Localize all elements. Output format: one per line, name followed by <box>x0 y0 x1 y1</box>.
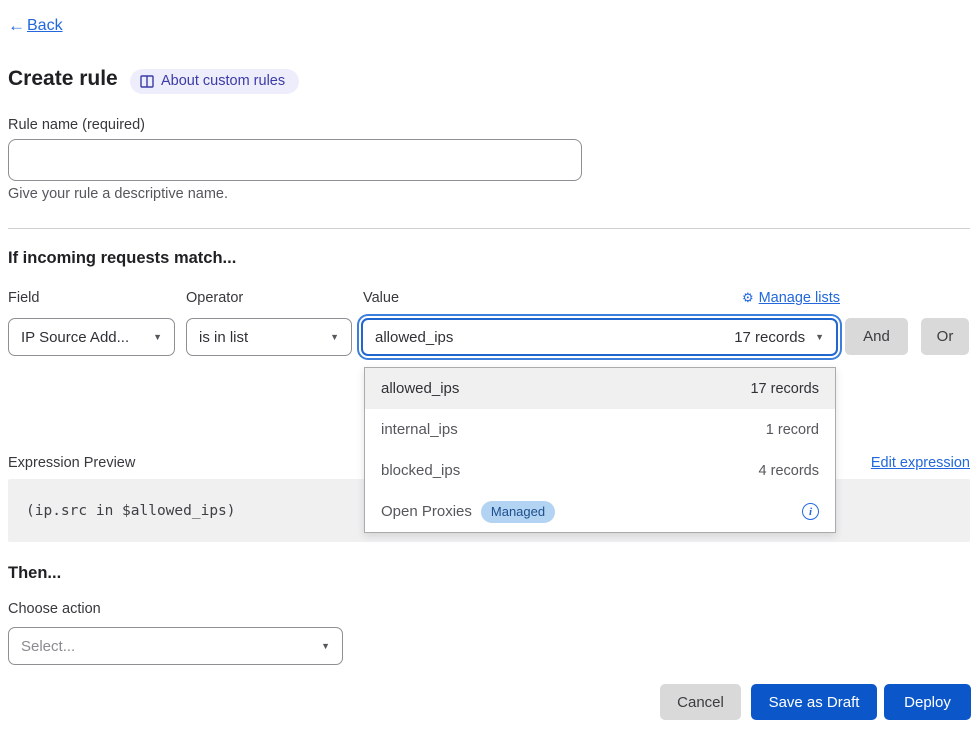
field-label: Field <box>8 290 39 306</box>
list-record-count: 1 record <box>766 422 819 438</box>
dropdown-option-internal-ips[interactable]: internal_ips 1 record <box>365 409 835 450</box>
operator-label: Operator <box>186 290 243 306</box>
list-name: blocked_ips <box>381 462 460 479</box>
field-select[interactable]: IP Source Add... ▼ <box>8 318 175 356</box>
operator-select-value: is in list <box>199 329 248 346</box>
action-select[interactable]: Select... ▼ <box>8 627 343 665</box>
value-label: Value <box>363 290 399 306</box>
chevron-down-icon: ▼ <box>321 641 330 651</box>
back-link-label: Back <box>27 17 63 35</box>
chevron-down-icon: ▼ <box>153 332 162 342</box>
about-custom-rules-link[interactable]: About custom rules <box>130 69 299 94</box>
manage-lists-label: Manage lists <box>759 290 840 306</box>
manage-lists-link[interactable]: ⚙ Manage lists <box>728 290 840 306</box>
save-as-draft-button[interactable]: Save as Draft <box>751 684 877 720</box>
list-name: internal_ips <box>381 421 458 438</box>
rule-name-label: Rule name (required) <box>8 117 145 133</box>
cancel-button[interactable]: Cancel <box>660 684 741 720</box>
dropdown-option-allowed-ips[interactable]: allowed_ips 17 records <box>365 368 835 409</box>
value-select[interactable]: allowed_ips 17 records ▼ <box>361 318 838 356</box>
operator-select[interactable]: is in list ▼ <box>186 318 352 356</box>
edit-expression-link[interactable]: Edit expression <box>838 455 970 471</box>
list-record-count: 17 records <box>750 381 819 397</box>
chevron-down-icon: ▼ <box>815 332 824 342</box>
info-icon[interactable]: i <box>802 503 819 520</box>
and-button[interactable]: And <box>845 318 908 355</box>
back-link[interactable]: ← Back <box>8 16 63 36</box>
field-select-value: IP Source Add... <box>21 329 129 346</box>
expression-code: (ip.src in $allowed_ips) <box>26 503 236 519</box>
about-badge-label: About custom rules <box>161 73 285 89</box>
value-select-count: 17 records <box>734 329 805 346</box>
back-arrow-icon: ← <box>8 16 25 36</box>
list-name: Open Proxies <box>381 503 472 520</box>
choose-action-label: Choose action <box>8 601 101 617</box>
list-name: allowed_ips <box>381 380 459 397</box>
dropdown-option-blocked-ips[interactable]: blocked_ips 4 records <box>365 450 835 491</box>
dropdown-option-open-proxies[interactable]: Open Proxies Managed i <box>365 491 835 532</box>
rule-name-input[interactable] <box>8 139 582 181</box>
page-title: Create rule <box>8 67 118 91</box>
book-icon <box>140 75 154 88</box>
list-record-count: 4 records <box>759 463 819 479</box>
chevron-down-icon: ▼ <box>330 332 339 342</box>
action-select-placeholder: Select... <box>21 638 75 655</box>
section-divider <box>8 228 970 229</box>
gear-icon: ⚙ <box>742 290 754 306</box>
then-section-heading: Then... <box>8 564 61 583</box>
expression-preview-label: Expression Preview <box>8 455 135 471</box>
match-section-heading: If incoming requests match... <box>8 249 236 268</box>
managed-badge: Managed <box>481 501 555 523</box>
value-select-name: allowed_ips <box>375 329 453 346</box>
rule-name-helper-text: Give your rule a descriptive name. <box>8 186 228 202</box>
deploy-button[interactable]: Deploy <box>884 684 971 720</box>
list-dropdown-menu: allowed_ips 17 records internal_ips 1 re… <box>364 367 836 533</box>
or-button[interactable]: Or <box>921 318 969 355</box>
